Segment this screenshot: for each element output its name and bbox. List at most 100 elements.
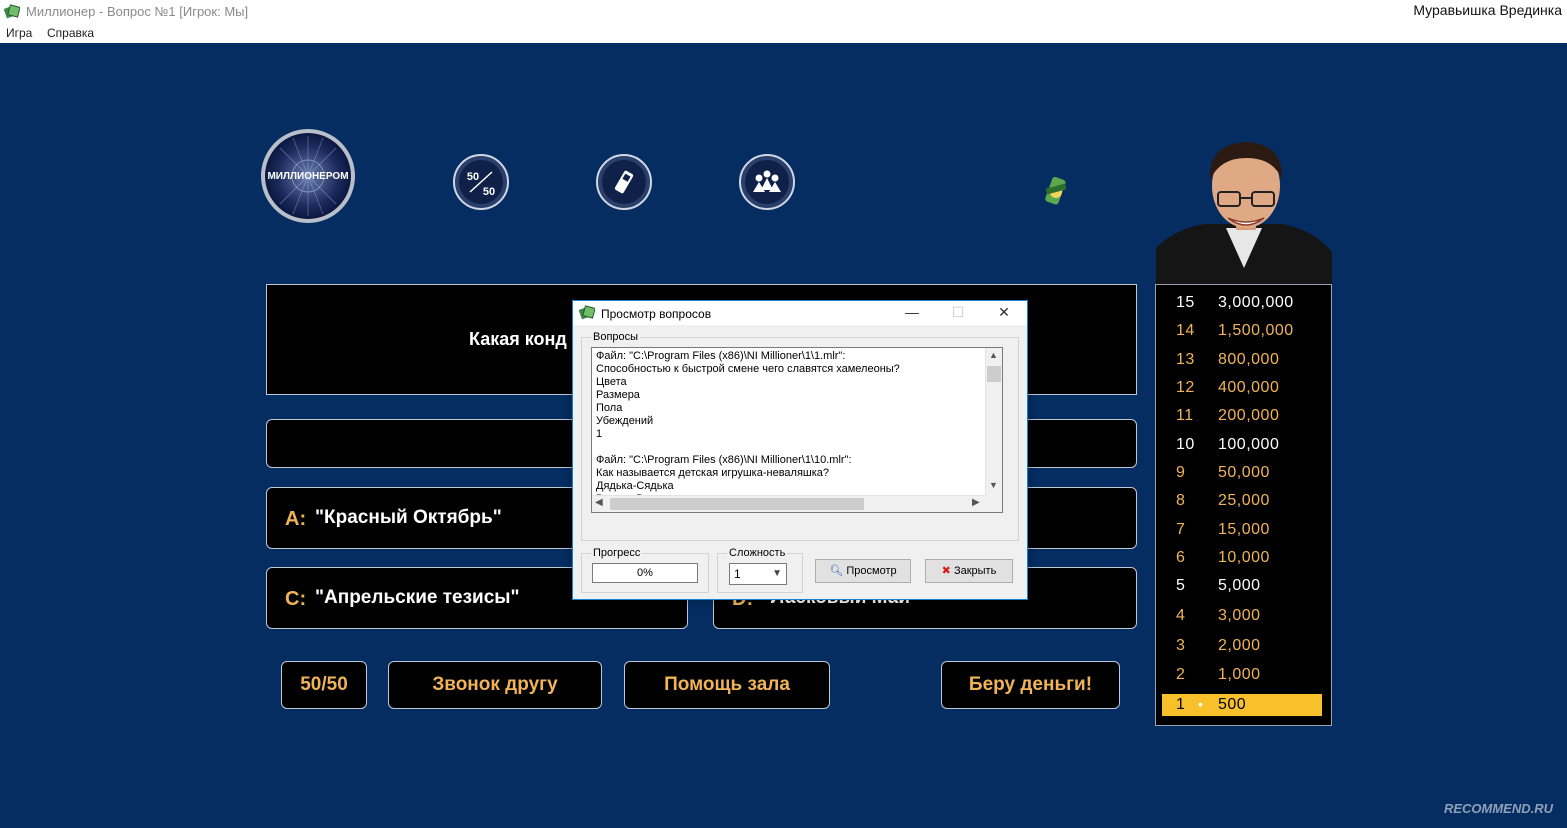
question-text-line: Файл: "C:\Program Files (x86)\NI Million… [596,350,846,362]
ladder-amount: 1,000 [1218,666,1261,683]
question-text-line: Как называется детская игрушка-неваляшка… [596,467,830,479]
ladder-row: 4 3,000 [1162,605,1322,627]
horizontal-scrollbar[interactable]: ◀ ▶ [592,495,986,512]
scroll-up-icon[interactable]: ▲ [989,350,998,360]
chevron-down-icon[interactable]: ▼ [772,564,782,584]
red-x-icon: ✖ [941,565,951,577]
ladder-row: 5 5,000 [1162,575,1322,597]
maximize-icon[interactable]: ☐ [943,304,973,322]
dialog-title: Просмотр вопросов [601,307,712,321]
vertical-scroll-thumb[interactable] [987,366,1001,382]
ladder-row: 2 1,000 [1162,664,1322,686]
ladder-level: 1 [1176,696,1186,713]
difficulty-select[interactable]: 1 ▼ [729,563,787,585]
ladder-row: 9 50,000 [1162,462,1322,484]
ladder-amount: 400,000 [1218,379,1280,396]
ladder-row: 6 10,000 [1162,547,1322,569]
question-text-line: 1 [596,428,603,440]
ladder-row: 13 800,000 [1162,349,1322,371]
ladder-amount: 50,000 [1218,464,1270,481]
close-button[interactable]: ✖ Закрыть [925,559,1013,583]
svg-text:50: 50 [467,171,479,183]
minimize-icon[interactable]: — [897,304,927,322]
ladder-level: 2 [1176,666,1186,683]
ladder-level: 15 [1176,294,1195,311]
ladder-row: 11 200,000 [1162,405,1322,427]
ladder-amount: 3,000 [1218,607,1261,624]
ladder-amount: 2,000 [1218,637,1261,654]
ladder-amount: 500 [1218,696,1247,713]
difficulty-label: Сложность [727,547,788,559]
question-text-line: Цвета [596,376,627,388]
ladder-amount: 25,000 [1218,492,1270,509]
questions-text-lines: Файл: "C:\Program Files (x86)\NI Million… [596,350,900,512]
ask-audience-icon[interactable] [739,154,795,210]
window-title: Миллионер - Вопрос №1 [Игрок: Мы] [26,4,249,19]
scroll-right-icon[interactable]: ▶ [972,497,980,508]
menu-game[interactable]: Игра [6,26,32,40]
window-titlebar: Миллионер - Вопрос №1 [Игрок: Мы] Муравь… [0,0,1567,24]
menu-help[interactable]: Справка [47,26,94,40]
ladder-level: 14 [1176,322,1195,339]
ladder-level: 8 [1176,492,1186,509]
ladder-level: 13 [1176,351,1195,368]
dialog-app-icon [578,305,596,321]
logo-text: МИЛЛИОНЕРОМ [267,171,348,182]
ladder-amount: 1,500,000 [1218,322,1294,339]
question-text-line: Пола [596,402,623,414]
ladder-level: 4 [1176,607,1186,624]
difficulty-value: 1 [734,567,741,581]
answer-c-letter: C: [285,588,307,610]
ladder-row: 7 15,000 [1162,519,1322,541]
ladder-row: 3 2,000 [1162,635,1322,657]
take-money-button[interactable]: Беру деньги! [941,661,1120,709]
fifty-fifty-icon[interactable]: 50 50 [453,154,509,210]
millionaire-logo: МИЛЛИОНЕРОМ [258,128,358,224]
answer-c-text: "Апрельские тезисы" [315,587,520,608]
phone-a-friend-icon[interactable] [596,154,652,210]
ask-audience-button[interactable]: Помощь зала [624,661,830,709]
svg-text:50: 50 [483,186,495,198]
questions-textarea[interactable]: Файл: "C:\Program Files (x86)\NI Million… [591,347,1003,513]
current-level-dot-icon: • [1198,696,1204,712]
ladder-level: 12 [1176,379,1195,396]
close-icon[interactable]: ✕ [989,304,1019,322]
scroll-left-icon[interactable]: ◀ [595,497,603,508]
ladder-row: 8 25,000 [1162,490,1322,512]
view-button-label: Просмотр [846,565,897,577]
corner-username: Муравьишка Врединка [1413,2,1562,18]
question-viewer-dialog: Просмотр вопросов — ☐ ✕ Вопросы Файл: "C… [572,300,1028,600]
ladder-row: 14 1,500,000 [1162,320,1322,342]
question-text-line: Файл: "C:\Program Files (x86)\NI Million… [596,454,852,466]
vertical-scrollbar[interactable]: ▲ ▼ [985,348,1002,512]
ladder-level: 7 [1176,521,1186,538]
ladder-amount: 5,000 [1218,577,1261,594]
question-text-line: Убеждений [596,415,654,427]
scroll-down-icon[interactable]: ▼ [989,480,998,490]
progress-label: Прогресс [591,547,643,559]
ladder-level: 6 [1176,549,1186,566]
ladder-amount: 200,000 [1218,407,1280,424]
question-text-line: Размера [596,389,640,401]
ladder-level: 9 [1176,464,1186,481]
host-portrait [1156,138,1332,286]
fifty-fifty-button[interactable]: 50/50 [281,661,367,709]
question-text-line [596,441,900,454]
question-text-line: Способностью к быстрой смене чего славят… [596,363,900,375]
menubar: Игра Справка [0,24,1567,44]
watermark: RECOMMEND.RU [1443,801,1553,816]
answer-a-text: "Красный Октябрь" [315,507,502,528]
ladder-row: 10 100,000 [1162,434,1322,456]
ladder-row: 12 400,000 [1162,377,1322,399]
ladder-row: 15 3,000,000 [1162,292,1322,314]
ladder-amount: 15,000 [1218,521,1270,538]
ladder-level: 11 [1176,407,1194,424]
view-button[interactable]: 🔍︎ Просмотр [815,559,911,583]
money-bag-icon [1040,172,1072,212]
phone-friend-button[interactable]: Звонок другу [388,661,602,709]
close-button-label: Закрыть [953,565,997,577]
dialog-titlebar: Просмотр вопросов — ☐ ✕ [573,301,1027,325]
ladder-amount: 10,000 [1218,549,1270,566]
horizontal-scroll-thumb[interactable] [610,498,864,510]
question-text-line: Дядька-Сядька [596,480,674,492]
